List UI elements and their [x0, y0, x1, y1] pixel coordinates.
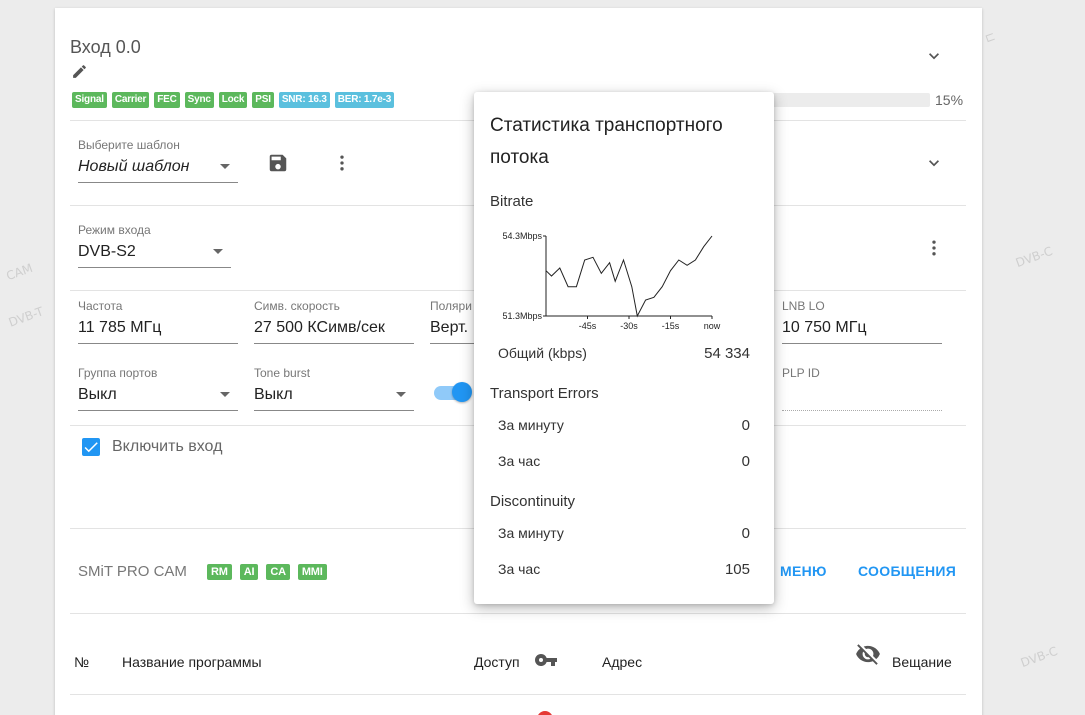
errors-minute-value: 0: [741, 417, 750, 434]
cam-badge-ai: AI: [239, 564, 259, 580]
key-icon: [534, 654, 557, 666]
input-mode-value: DVB-S2: [78, 243, 231, 268]
chart-bitrate-line: [545, 235, 713, 318]
eye-off-icon[interactable]: [855, 641, 881, 667]
chart-y-tick-label: 51.3Mbps: [502, 311, 542, 321]
frequency-value: 11 785 МГц: [78, 319, 238, 344]
chart-x-tick-label: now: [704, 321, 721, 331]
popup-title: Статистика транспортного потока: [490, 115, 723, 168]
frequency-label: Частота: [78, 299, 123, 313]
bitrate-chart: 54.3Mbps 51.3Mbps -45s -30s -15s now: [502, 232, 721, 331]
disc-minute-row: За минуту 0: [498, 525, 750, 542]
dropdown-caret-icon: [396, 392, 406, 397]
lnb-lo-label: LNB LO: [782, 299, 825, 313]
cam-badge-ca: CA: [266, 564, 290, 580]
status-badge-lock: Lock: [218, 92, 248, 108]
plp-id-label: PLP ID: [782, 366, 820, 380]
signal-progress-label: 15%: [935, 92, 964, 108]
chart-y-tick-label: 54.3Mbps: [502, 232, 542, 241]
enable-input-label: Включить вход: [112, 438, 223, 455]
plp-id-value: [782, 386, 942, 411]
total-label: Общий (kbps): [498, 345, 587, 361]
errors-hour-value: 0: [741, 453, 750, 470]
divider: [70, 694, 966, 695]
input-title: Вход 0.0: [70, 37, 141, 57]
errors-minute-label: За минуту: [498, 417, 564, 433]
column-broadcast[interactable]: Вещание: [892, 654, 952, 670]
port-group-select[interactable]: Группа портов Выкл: [78, 366, 238, 411]
plp-id-field[interactable]: PLP ID: [782, 366, 942, 411]
status-badges: Signal Carrier FEC Sync Lock PSI SNR: 16…: [72, 92, 395, 108]
template-chevron-icon[interactable]: [924, 153, 944, 173]
dropdown-caret-icon: [220, 164, 230, 169]
status-badge-psi: PSI: [252, 92, 274, 108]
column-address[interactable]: Адрес: [602, 654, 642, 670]
snr-badge: SNR: 16.3: [278, 92, 330, 108]
bitrate-label: Bitrate: [490, 193, 534, 210]
cam-badge-mmi: MMI: [297, 564, 327, 580]
chart-x-tick-label: -30s: [620, 321, 638, 331]
save-icon[interactable]: [267, 152, 289, 174]
tone-burst-select[interactable]: Tone burst Выкл: [254, 366, 414, 411]
template-select[interactable]: Выберите шаблон Новый шаблон: [78, 138, 238, 183]
status-badge-carrier: Carrier: [111, 92, 150, 108]
port-group-value: Выкл: [78, 386, 238, 411]
frequency-field[interactable]: Частота 11 785 МГц: [78, 299, 238, 344]
disc-minute-label: За минуту: [498, 525, 564, 541]
cam-badge-rm: RM: [207, 564, 232, 580]
edit-pencil-icon[interactable]: [71, 63, 88, 80]
tone-burst-value: Выкл: [254, 386, 414, 411]
disc-minute-value: 0: [741, 525, 750, 542]
symbol-rate-label: Симв. скорость: [254, 299, 340, 313]
chart-x-tick-label: -15s: [662, 321, 680, 331]
status-badge-signal: Signal: [72, 92, 107, 108]
symbol-rate-field[interactable]: Симв. скорость 27 500 КСимв/сек: [254, 299, 414, 344]
collapse-chevron-icon[interactable]: [924, 46, 944, 66]
ber-badge: BER: 1.7e-3: [334, 92, 395, 108]
toggle-switch-knob[interactable]: [452, 382, 472, 402]
errors-hour-label: За час: [498, 453, 541, 469]
lnb-lo-value: 10 750 МГц: [782, 319, 942, 344]
total-value: 54 334: [704, 345, 750, 362]
input-mode-select[interactable]: Режим входа DVB-S2: [78, 223, 231, 268]
disc-hour-value: 105: [724, 561, 750, 578]
dropdown-caret-icon: [213, 249, 223, 254]
status-badge-sync: Sync: [184, 92, 214, 108]
cam-messages-button[interactable]: СООБЩЕНИЯ: [858, 563, 956, 579]
template-label: Выберите шаблон: [78, 138, 180, 152]
column-program-name[interactable]: Название программы: [122, 654, 262, 670]
transport-stats-popup: Статистика транспортного потока Bitrate …: [474, 92, 774, 604]
discontinuity-label: Discontinuity: [490, 493, 576, 510]
checkmark-icon: [84, 442, 98, 453]
cam-title: SMiT PRO CAM: [78, 563, 187, 580]
input-mode-label: Режим входа: [78, 223, 151, 237]
errors-minute-row: За минуту 0: [498, 417, 750, 434]
cam-menu-button[interactable]: МЕНЮ: [780, 563, 827, 579]
disc-hour-label: За час: [498, 561, 541, 577]
disc-hour-row: За час 105: [498, 561, 750, 578]
transport-errors-label: Transport Errors: [490, 385, 599, 402]
lnb-lo-field[interactable]: LNB LO 10 750 МГц: [782, 299, 942, 344]
divider: [70, 613, 966, 614]
template-value: Новый шаблон: [78, 158, 238, 183]
symbol-rate-value: 27 500 КСимв/сек: [254, 319, 414, 344]
port-group-label: Группа портов: [78, 366, 158, 380]
chart-x-tick-label: -45s: [579, 321, 597, 331]
template-more-icon[interactable]: [332, 152, 352, 174]
cam-badges: RM AI CA MMI: [207, 564, 327, 580]
column-access[interactable]: Доступ: [474, 654, 520, 670]
status-badge-fec: FEC: [154, 92, 180, 108]
column-number: №: [74, 654, 90, 670]
mode-more-icon[interactable]: [924, 237, 944, 259]
total-row: Общий (kbps) 54 334: [498, 345, 750, 362]
dropdown-caret-icon: [220, 392, 230, 397]
tone-burst-label: Tone burst: [254, 366, 311, 380]
errors-hour-row: За час 0: [498, 453, 750, 470]
enable-input-checkbox[interactable]: [82, 438, 100, 456]
